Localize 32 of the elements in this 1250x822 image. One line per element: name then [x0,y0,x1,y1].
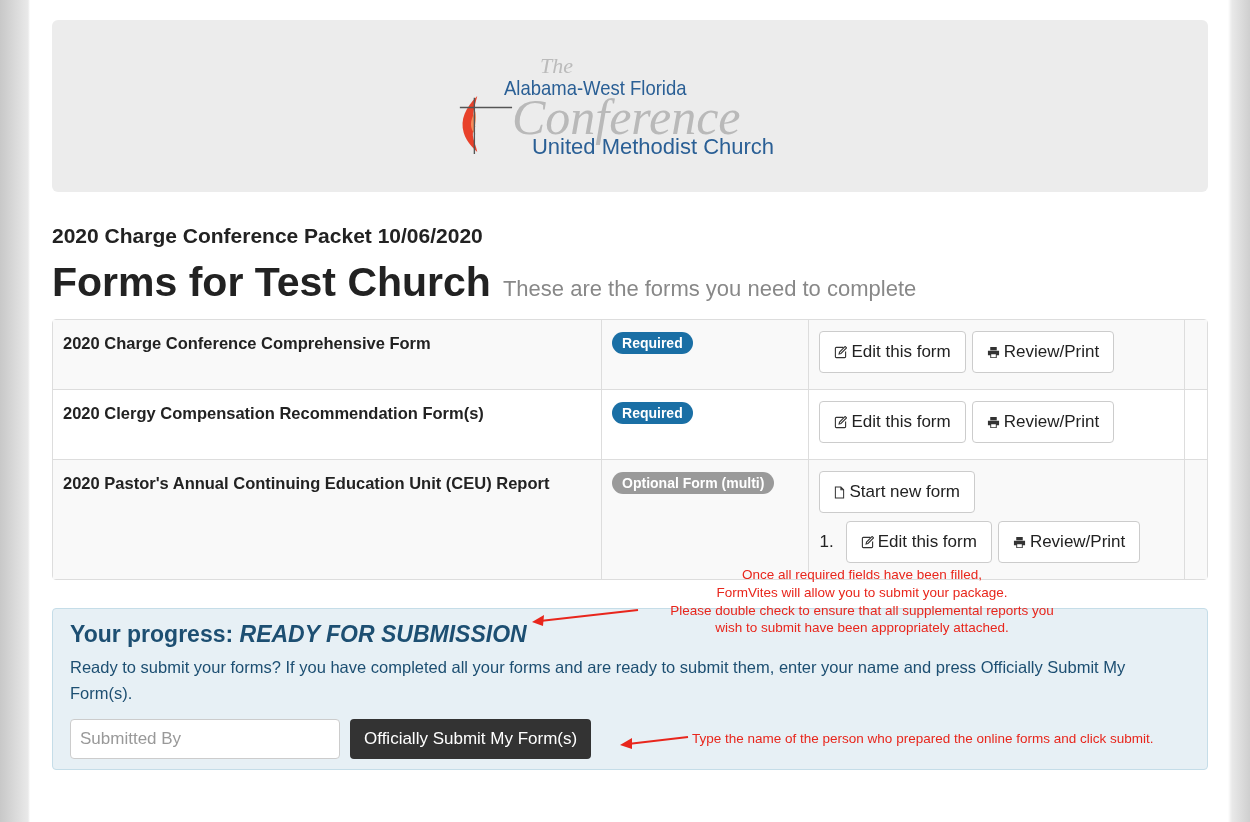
submitted-by-field[interactable]: Submitted By [70,718,340,759]
status-badge: Required [612,402,693,425]
packet-title: 2020 Charge Conference Packet 10/06/2020 [52,224,484,248]
edit-icon [834,415,848,429]
arrow-icon [530,606,640,628]
submit-button[interactable]: Officially Submit My Form(s) [350,718,592,759]
review-print-button[interactable]: Review/Print [971,331,1115,374]
form-name: 2020 Clergy Compensation Recommendation Form(s) [63,404,484,423]
start-form-button[interactable]: Start new form [819,471,976,514]
printer-icon [986,345,1000,359]
edit-form-button[interactable]: Edit this form [819,331,966,374]
form-name: 2020 Charge Conference Comprehensive Form [63,334,431,353]
annotation-text: Once all required fields have been filled, FormVites will allow you to submit your package. Please double check to ensure that all supplemental reports you wish to submit have been appropriately attached. [669,566,1055,638]
review-print-button[interactable]: Review/Print [997,521,1141,564]
arrow-icon [618,734,690,750]
printer-icon [1012,535,1026,549]
form-name: 2020 Pastor's Annual Continuing Education Unit (CEU) Report [63,474,550,493]
printer-icon [986,415,1000,429]
page-title: Forms for Test Church [52,260,491,306]
edit-form-button[interactable]: Edit this form [819,401,966,444]
status-badge: Optional Form (multi) [612,472,775,495]
edit-form-button[interactable]: Edit this form [845,521,992,564]
annotation-text: Type the name of the person who prepared the online forms and click submit. [692,730,1154,748]
status-badge: Required [612,332,693,355]
progress-title: Your progress: READY FOR SUBMISSION [70,621,527,649]
review-print-button[interactable]: Review/Print [971,401,1115,444]
edit-icon [860,535,874,549]
document-icon [834,485,846,499]
entry-number: 1. [819,532,834,553]
edit-icon [834,345,848,359]
page-subtitle: These are the forms you need to complete [502,276,917,302]
progress-text: Ready to submit your forms? If you have completed all your forms and are ready to submit them, enter your name and press Officially Submit My Form(s). [70,657,1127,705]
